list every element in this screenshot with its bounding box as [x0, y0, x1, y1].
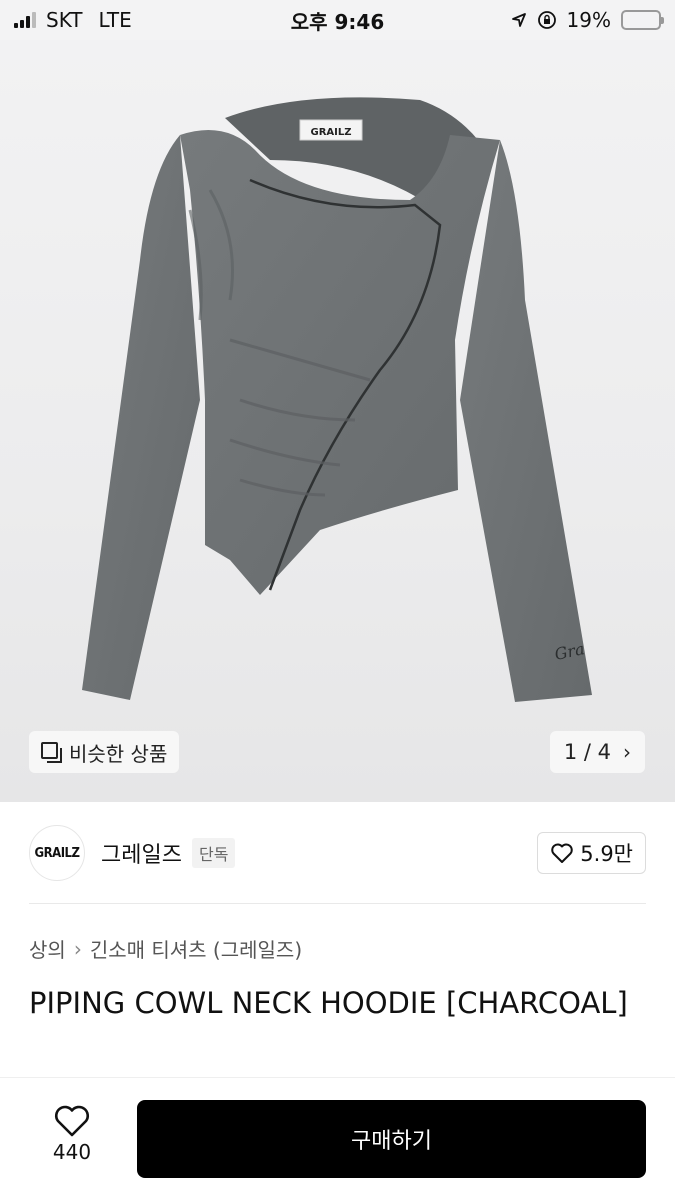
network-type: LTE [98, 8, 132, 32]
status-right: 19% [511, 8, 664, 32]
brand-like-count: 5.9만 [580, 842, 633, 866]
similar-products-label: 비슷한 상품 [69, 741, 168, 766]
heart-outline-icon [55, 1105, 89, 1137]
left-sleeve [82, 135, 200, 700]
location-arrow-icon [511, 13, 526, 27]
image-pager[interactable]: 1 / 4 › [549, 731, 645, 773]
status-bar: SKT LTE 오후 9:46 19% [0, 0, 675, 40]
right-sleeve [460, 140, 592, 702]
status-left: SKT LTE [14, 8, 132, 32]
product-title: PIPING COWL NECK HOODIE [CHARCOAL] [29, 986, 628, 1020]
product-image[interactable]: GRAILZ Gra [0, 40, 675, 802]
breadcrumb-subcategory[interactable]: 긴소매 티셔츠 (그레일즈) [90, 934, 302, 963]
garment-body [180, 130, 500, 595]
bottom-action-bar: 440 구매하기 [0, 1077, 675, 1200]
neck-label-text: GRAILZ [311, 127, 352, 138]
breadcrumb-category[interactable]: 상의 [29, 934, 66, 963]
battery-percent: 19% [566, 8, 611, 32]
brand-like-button[interactable]: 5.9만 [537, 832, 646, 874]
buy-button[interactable]: 구매하기 [137, 1100, 646, 1178]
product-image-gallery[interactable]: GRAILZ Gra 비슷한 상품 1 / 4 › [0, 40, 675, 802]
similar-products-button[interactable]: 비슷한 상품 [29, 731, 180, 773]
orientation-lock-icon [537, 11, 556, 29]
chevron-right-icon: › [623, 740, 631, 764]
heart-outline-icon [551, 843, 574, 863]
battery-icon [621, 10, 664, 30]
breadcrumb: 상의 › 긴소매 티셔츠 (그레일즈) [29, 934, 302, 963]
wishlist-count: 440 [52, 1140, 92, 1164]
signal-icon [14, 12, 36, 28]
carrier: SKT [46, 8, 83, 32]
chevron-right-icon: › [73, 936, 82, 961]
clock: 오후 9:46 [290, 9, 385, 34]
brand-name[interactable]: 그레일즈 [101, 837, 182, 869]
exclusive-badge: 단독 [191, 838, 236, 868]
similar-items-icon [41, 742, 62, 763]
divider [29, 903, 646, 904]
image-pager-count: 1 / 4 [563, 740, 611, 764]
brand-row: GRAILZ 그레일즈 단독 5.9만 [0, 802, 675, 904]
wishlist-button[interactable]: 440 [40, 1104, 104, 1164]
brand-logo[interactable]: GRAILZ [29, 825, 85, 881]
